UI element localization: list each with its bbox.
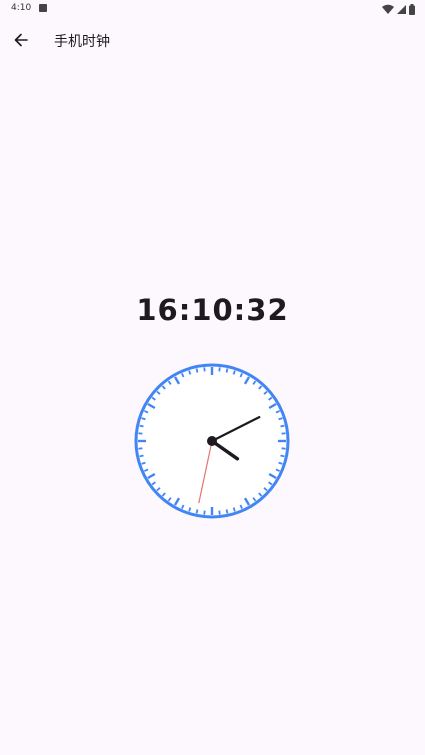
minute-tick xyxy=(280,424,285,428)
wifi-icon xyxy=(382,4,394,14)
minute-tick xyxy=(280,454,285,458)
minute-tick xyxy=(195,368,199,373)
arrow-left-icon xyxy=(14,33,28,47)
minute-tick xyxy=(225,509,229,514)
signal-icon xyxy=(397,4,406,14)
minute-tick xyxy=(188,507,192,512)
minute-tick xyxy=(141,461,146,465)
minute-tick xyxy=(278,417,283,421)
status-time: 4:10 xyxy=(11,3,32,13)
status-bar: 4:10 xyxy=(0,0,425,20)
minute-tick xyxy=(141,417,146,421)
clock-center-dot xyxy=(207,436,217,446)
minute-tick xyxy=(188,370,192,375)
back-button[interactable] xyxy=(8,27,34,53)
app-bar: 手机时钟 xyxy=(0,24,425,56)
page-title: 手机时钟 xyxy=(54,34,110,50)
analog-clock-face xyxy=(134,363,290,519)
minute-tick xyxy=(195,509,199,514)
battery-icon xyxy=(409,3,415,15)
analog-clock xyxy=(133,362,291,520)
minute-tick xyxy=(139,454,144,458)
minute-tick xyxy=(232,507,236,512)
notification-a-icon xyxy=(39,4,47,12)
status-icons xyxy=(382,3,415,15)
minute-tick xyxy=(139,424,144,428)
digital-time: 16:10:32 xyxy=(136,293,289,327)
minute-tick xyxy=(278,461,283,465)
minute-tick xyxy=(225,368,229,373)
minute-tick xyxy=(232,370,236,375)
